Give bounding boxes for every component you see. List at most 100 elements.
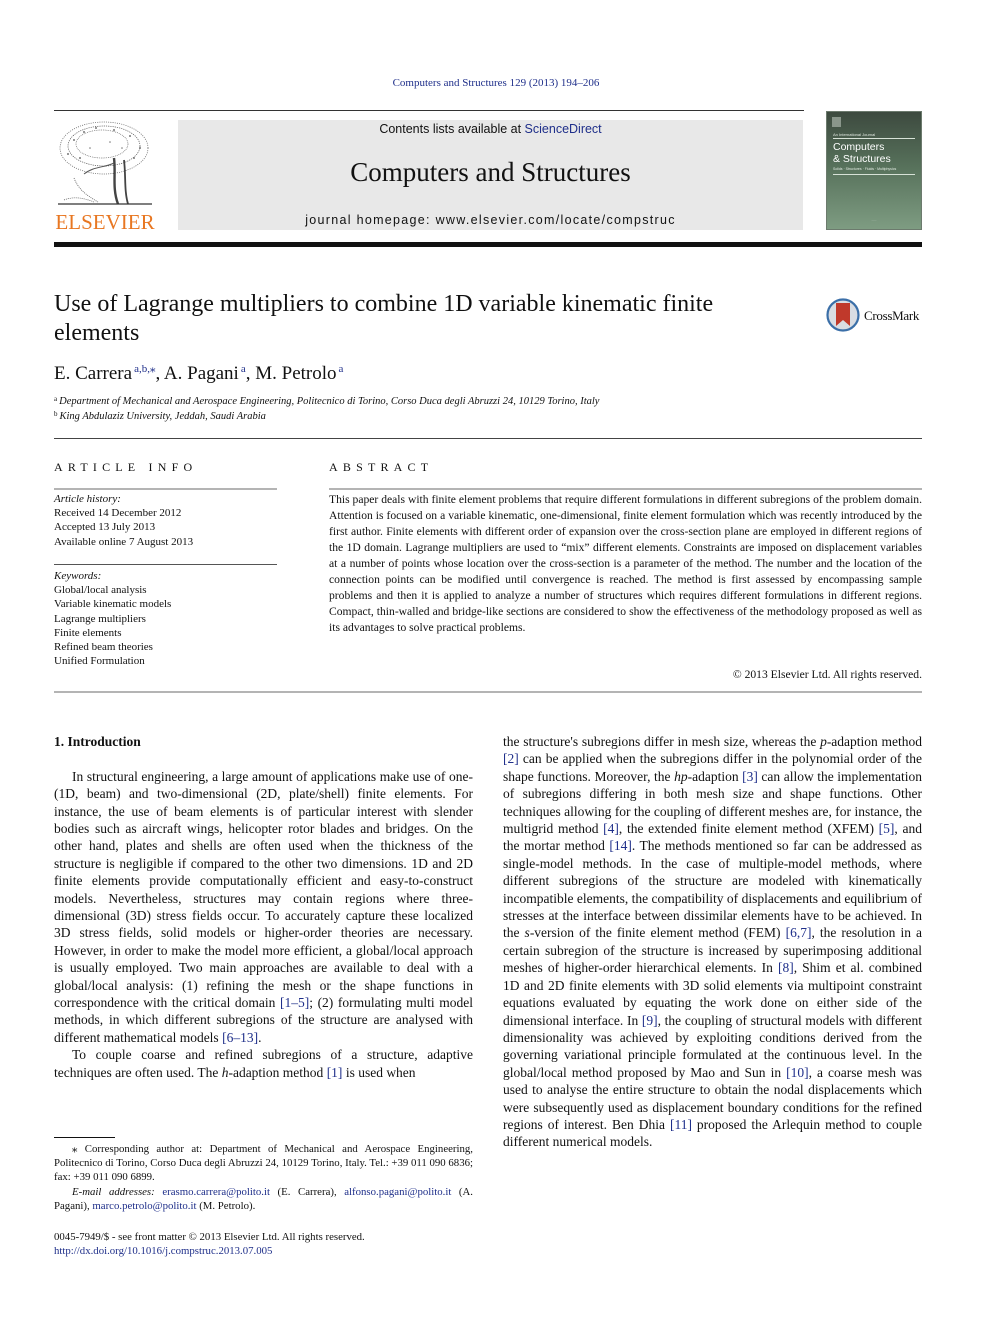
text-run: . bbox=[258, 1029, 262, 1045]
text-run: is used when bbox=[342, 1064, 416, 1080]
running-head[interactable]: Computers and Structures 129 (2013) 194–… bbox=[0, 77, 992, 89]
text-run: In structural engineering, a large amoun… bbox=[54, 768, 473, 1011]
history-item: Available online 7 August 2013 bbox=[54, 535, 194, 548]
author-name[interactable]: M. Petrolo bbox=[255, 363, 336, 384]
cover-title-line1: Computers bbox=[833, 141, 885, 153]
elsevier-tree-icon bbox=[58, 121, 152, 205]
keyword-item: Lagrange multipliers bbox=[54, 612, 146, 625]
crossmark-badge[interactable]: CrossMark bbox=[826, 298, 926, 334]
body-column-left: 1. Introduction In structural engineerin… bbox=[54, 733, 473, 1081]
sciencedirect-link[interactable]: ScienceDirect bbox=[525, 122, 602, 136]
citation-link[interactable]: [2] bbox=[503, 751, 519, 766]
history-item: Accepted 13 July 2013 bbox=[54, 521, 156, 534]
italic-text: p bbox=[820, 734, 827, 749]
elsevier-logo[interactable]: ELSEVIER bbox=[54, 118, 156, 236]
footnotes: ⁎ Corresponding author at: Department of… bbox=[54, 1142, 473, 1213]
body-paragraphs: In structural engineering, a large amoun… bbox=[54, 768, 473, 1081]
author-affil-marks[interactable]: a,b,⁎ bbox=[134, 363, 155, 375]
keyword-item: Unified Formulation bbox=[54, 655, 145, 668]
italic-text: hp bbox=[674, 768, 688, 784]
abstract-rule bbox=[329, 488, 922, 490]
contents-prefix: Contents lists available at bbox=[379, 122, 525, 136]
footnote-rule bbox=[54, 1137, 115, 1138]
email-owner: (E. Carrera), bbox=[269, 1185, 345, 1198]
header-rule bbox=[54, 438, 922, 439]
text-run: , the extended finite element method (XF… bbox=[618, 821, 879, 837]
elsevier-wordmark: ELSEVIER bbox=[55, 210, 155, 234]
crossmark-label: CrossMark bbox=[864, 308, 920, 323]
contents-available: Contents lists available at ScienceDirec… bbox=[178, 122, 803, 136]
cover-subtitle: Solids · Structures · Fluids · Multiphys… bbox=[833, 167, 897, 171]
corresponding-author-note: ⁎ Corresponding author at: Department of… bbox=[54, 1143, 473, 1184]
section-heading: 1. Introduction bbox=[54, 734, 141, 749]
issn-line: 0045-7949/$ - see front matter © 2013 El… bbox=[54, 1231, 365, 1243]
author-name[interactable]: E. Carrera bbox=[54, 363, 132, 384]
citation-link[interactable]: [6,7] bbox=[786, 925, 812, 940]
citation-link[interactable]: [10] bbox=[786, 1065, 809, 1080]
citation-link[interactable]: [4] bbox=[603, 821, 619, 836]
keyword-item: Finite elements bbox=[54, 626, 122, 639]
cover-title: Computers & Structures bbox=[833, 141, 891, 165]
front-matter-info: 0045-7949/$ - see front matter © 2013 El… bbox=[54, 1230, 365, 1258]
email-owner: (M. Petrolo). bbox=[196, 1199, 256, 1212]
cover-divider bbox=[833, 138, 915, 139]
journal-banner: Contents lists available at ScienceDirec… bbox=[178, 120, 803, 230]
text-run: -adaption bbox=[687, 768, 743, 784]
citation-link[interactable]: [1–5] bbox=[280, 995, 309, 1010]
author-name[interactable]: A. Pagani bbox=[164, 363, 239, 384]
article-history: Article history: Received 14 December 20… bbox=[54, 492, 193, 549]
keyword-item: Global/local analysis bbox=[54, 584, 147, 597]
affiliation-mark: a bbox=[54, 395, 58, 403]
top-rule bbox=[54, 110, 804, 111]
citation-link[interactable]: [14] bbox=[609, 838, 632, 853]
body-paragraphs: the structure's subregions differ in mes… bbox=[503, 733, 922, 1151]
affiliation-text: King Abdulaziz University, Jeddah, Saudi… bbox=[59, 411, 266, 422]
citation-link[interactable]: [6–13] bbox=[222, 1030, 258, 1045]
cover-divider bbox=[833, 174, 915, 175]
cover-footer: ····· bbox=[871, 218, 877, 222]
body-column-right: the structure's subregions differ in mes… bbox=[503, 733, 922, 1151]
journal-cover-thumbnail[interactable]: An International Journal Computers & Str… bbox=[826, 111, 922, 230]
journal-title: Computers and Structures bbox=[350, 157, 631, 187]
email-link[interactable]: marco.petrolo@polito.it bbox=[92, 1200, 196, 1212]
article-history-label: Article history: bbox=[54, 493, 121, 505]
affiliation-mark: b bbox=[54, 410, 58, 418]
text-run: -version of the finite element method (F… bbox=[529, 925, 786, 941]
email-link[interactable]: erasmo.carrera@polito.it bbox=[162, 1186, 270, 1198]
keywords-label: Keywords: bbox=[54, 570, 102, 582]
journal-homepage[interactable]: journal homepage: www.elsevier.com/locat… bbox=[178, 213, 803, 227]
text-run: -adaption method bbox=[826, 734, 922, 749]
article-title: Use of Lagrange multipliers to combine 1… bbox=[54, 291, 714, 346]
citation-link[interactable]: [8] bbox=[778, 960, 794, 975]
crossmark-icon bbox=[826, 298, 860, 332]
article-info-rule bbox=[54, 488, 277, 490]
citation-link[interactable]: [1] bbox=[327, 1065, 343, 1080]
author-list: E. Carrera a,b,⁎, A. Pagani a, M. Petrolo a bbox=[54, 362, 343, 385]
history-item: Received 14 December 2012 bbox=[54, 507, 182, 520]
citation-link[interactable]: [3] bbox=[742, 769, 758, 784]
author-affil-marks[interactable]: a bbox=[339, 363, 344, 375]
doi-link[interactable]: http://dx.doi.org/10.1016/j.compstruc.20… bbox=[54, 1244, 365, 1258]
affiliation: a Department of Mechanical and Aerospace … bbox=[54, 395, 599, 407]
text-run: the structure's subregions differ in mes… bbox=[503, 734, 821, 749]
author-separator: , bbox=[245, 363, 256, 384]
article-info-heading: ARTICLE INFO bbox=[54, 460, 198, 474]
citation-link[interactable]: [5] bbox=[879, 821, 895, 836]
keywords: Keywords: Global/local analysis Variable… bbox=[54, 569, 171, 668]
keyword-item: Variable kinematic models bbox=[54, 598, 172, 611]
abstract-text: This paper deals with finite element pro… bbox=[329, 493, 922, 634]
email-label: E-mail addresses: bbox=[72, 1185, 155, 1198]
text-run: -adaption method bbox=[228, 1064, 327, 1080]
citation-link[interactable]: [9] bbox=[642, 1013, 658, 1028]
citation-link[interactable]: [11] bbox=[670, 1117, 692, 1132]
header-thick-rule bbox=[54, 242, 922, 247]
email-addresses: E-mail addresses: erasmo.carrera@polito.… bbox=[54, 1185, 473, 1213]
affiliation-text: Department of Mechanical and Aerospace E… bbox=[59, 396, 600, 407]
cover-kicker: An International Journal bbox=[833, 132, 876, 137]
cover-title-line2: & Structures bbox=[833, 153, 891, 165]
body-paragraph: To couple coarse and refined subregions … bbox=[54, 1046, 473, 1081]
article-info-divider bbox=[54, 564, 277, 565]
email-link[interactable]: alfonso.pagani@polito.it bbox=[344, 1186, 451, 1198]
keyword-item: Refined beam theories bbox=[54, 641, 153, 654]
abstract-copyright: © 2013 Elsevier Ltd. All rights reserved… bbox=[732, 668, 922, 681]
